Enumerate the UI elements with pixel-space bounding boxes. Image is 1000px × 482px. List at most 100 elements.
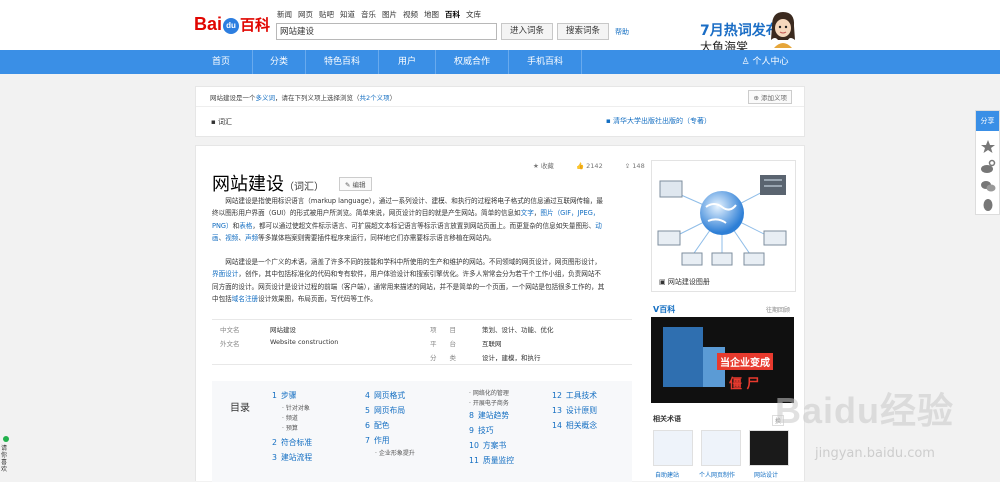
- toc-item[interactable]: 5 网页布局: [365, 405, 405, 416]
- qq-icon[interactable]: [980, 197, 996, 213]
- vbaike-module: V百科 往期回顾 当企业变成 僵 尸: [651, 304, 794, 404]
- product-link[interactable]: 知道: [340, 10, 355, 19]
- toc-item[interactable]: 8 建站趋势: [469, 410, 509, 421]
- inline-link[interactable]: 表格: [239, 222, 252, 230]
- inline-link[interactable]: 文字: [521, 209, 534, 217]
- watermark: Baidu经验 jingyan.baidu.com: [775, 382, 1000, 481]
- toc-item[interactable]: 11 质量监控: [469, 455, 514, 466]
- nav-home[interactable]: 首页: [190, 50, 252, 74]
- basic-info-table: 中文名 网站建设 项 目 策划、设计、功能、优化 外文名 Website con…: [212, 319, 632, 365]
- toc-subitem[interactable]: · 频道: [282, 413, 298, 422]
- product-link[interactable]: 新闻: [277, 10, 292, 19]
- toc-subitem[interactable]: · 开展电子商务: [469, 398, 509, 407]
- left-float-widget[interactable]: 请你喜欢: [0, 434, 12, 481]
- toc-item[interactable]: 7 作用: [365, 435, 390, 446]
- info-key: 分 类: [430, 354, 456, 362]
- add-sense-button[interactable]: ⊕ 添加义项: [748, 90, 792, 104]
- search-input[interactable]: 网站建设: [276, 23, 497, 40]
- baidu-baike-logo[interactable]: Bai du 百科: [194, 14, 270, 35]
- toc-subitem[interactable]: · 针对对象: [282, 403, 310, 412]
- watermark-url: jingyan.baidu.com: [815, 446, 935, 461]
- related-thumb[interactable]: [653, 430, 693, 466]
- product-link[interactable]: 地图: [424, 10, 439, 19]
- info-value: 网站建设: [270, 326, 296, 334]
- info-key: 外文名: [220, 340, 240, 348]
- toc-item[interactable]: 14 相关概念: [552, 420, 597, 431]
- product-link[interactable]: 图片: [382, 10, 397, 19]
- polysemy-notice: 网站建设是一个多义词，请在下列义项上选择浏览（共2个义项）: [210, 94, 397, 102]
- nav-mobile[interactable]: 手机百科: [509, 50, 581, 74]
- related-terms: 相关术语 换 自助建站 个人网页制作 网站设计: [651, 412, 794, 482]
- toc-item[interactable]: 13 设计原则: [552, 405, 597, 416]
- vbaike-banner[interactable]: 当企业变成 僵 尸: [651, 317, 794, 403]
- edit-button[interactable]: ✎ 编辑: [339, 177, 372, 191]
- info-value: 互联网: [482, 340, 502, 348]
- inline-link[interactable]: 视频: [225, 234, 238, 242]
- building-icon: [663, 327, 703, 387]
- info-key: 中文名: [220, 326, 240, 334]
- inline-link[interactable]: 域名注册: [232, 295, 258, 303]
- nav-divider: [581, 50, 582, 74]
- nav-category[interactable]: 分类: [253, 50, 305, 74]
- share-rail: 分享: [975, 110, 1000, 215]
- toc-item[interactable]: 9 技巧: [469, 425, 494, 436]
- image-album-caption[interactable]: ▣ 网站建设图册: [659, 277, 710, 287]
- toc-title: 目录: [230, 403, 250, 414]
- article-image[interactable]: ▣ 网站建设图册: [651, 160, 796, 292]
- table-of-contents: 目录 1 步骤 · 针对对象 · 频道 · 预算 2 符合标准 3 建站流程 4 网页格…: [212, 381, 632, 482]
- nav-featured[interactable]: 特色百科: [306, 50, 378, 74]
- watermark-logo: Baidu经验: [775, 390, 955, 431]
- info-value: 设计，建模，和执行: [482, 354, 541, 362]
- paragraph-text: 网站建设是一个广义的术语，涵盖了许多不同的技能和学科中所使用的生产和维护的网站。…: [225, 258, 602, 266]
- toc-item[interactable]: 4 网页格式: [365, 390, 405, 401]
- paw-icon: du: [223, 18, 240, 34]
- product-link[interactable]: 贴吧: [319, 10, 334, 19]
- product-link[interactable]: 视频: [403, 10, 418, 19]
- search-entry-button[interactable]: 搜索词条: [557, 23, 609, 40]
- toc-item[interactable]: 2 符合标准: [272, 437, 312, 448]
- top-header: Bai du 百科 新闻 网页 贴吧 知道 音乐 图片 视频 地图 百科 文库 网站建设 进入词条 搜…: [0, 0, 1000, 54]
- nav-user-center[interactable]: ♙ 个人中心: [728, 50, 802, 74]
- cartoon-girl-icon: [771, 12, 795, 48]
- toc-item[interactable]: 3 建站流程: [272, 452, 312, 463]
- toc-subitem[interactable]: · 企业形象提升: [375, 448, 415, 457]
- inline-link[interactable]: 界面设计: [212, 270, 238, 278]
- product-link[interactable]: 网页: [298, 10, 313, 19]
- paragraph-text: 等多媒体档案则需要插件程序来运行，同样地它们亦需要标示语言移植在网站内。: [258, 233, 496, 242]
- related-label[interactable]: 自助建站: [655, 470, 679, 479]
- left-float-text: 请你喜欢: [1, 445, 8, 473]
- toc-item[interactable]: 1 步骤: [272, 390, 297, 401]
- inline-link[interactable]: 声频: [245, 234, 258, 242]
- toc-item[interactable]: 6 配色: [365, 420, 390, 431]
- vbaike-title: V百科: [653, 305, 676, 314]
- summary-paragraph-2: 网站建设是一个广义的术语，涵盖了许多不同的技能和学科中所使用的生产和维护的网站。…: [212, 256, 607, 305]
- related-thumb[interactable]: [701, 430, 741, 466]
- help-link[interactable]: 帮助: [615, 27, 629, 37]
- summary-paragraph-1: 网站建设是指使用标识语言（markup language），通过一系列设计、建模…: [212, 195, 607, 244]
- product-link[interactable]: 文库: [466, 10, 481, 19]
- vbaike-more-link[interactable]: 往期回顾: [766, 305, 790, 314]
- wechat-icon[interactable]: [980, 178, 996, 194]
- share-button[interactable]: 分享: [976, 111, 999, 131]
- nav-user[interactable]: 用户: [379, 50, 435, 74]
- user-icon: ♙: [741, 57, 750, 67]
- product-link[interactable]: 百科: [445, 10, 460, 19]
- toc-subitem[interactable]: · 网络化的管理: [469, 388, 509, 397]
- product-link[interactable]: 音乐: [361, 10, 376, 19]
- enter-entry-button[interactable]: 进入词条: [501, 23, 553, 40]
- polysemy-link[interactable]: 多义词: [256, 94, 276, 102]
- info-value: 策划、设计、功能、优化: [482, 326, 554, 334]
- paragraph-text: 设计效果图，布局页面，写代码等工作。: [258, 294, 377, 303]
- toc-item[interactable]: 10 方案书: [469, 440, 506, 451]
- favorite-button[interactable]: ★ 收藏: [533, 162, 564, 170]
- related-label[interactable]: 个人网页制作: [699, 470, 735, 479]
- toc-item[interactable]: 12 工具技术: [552, 390, 597, 401]
- star-icon[interactable]: [980, 139, 996, 155]
- nav-partners[interactable]: 权威合作: [436, 50, 508, 74]
- toc-subitem[interactable]: · 预算: [282, 423, 298, 432]
- sense-count-link[interactable]: 共2个义项: [360, 94, 390, 102]
- weibo-icon[interactable]: [980, 159, 996, 175]
- sense-link-book[interactable]: ▪ 清华大学出版社出版的（专著）: [606, 116, 711, 126]
- paragraph-text: 、: [238, 233, 245, 242]
- like-button[interactable]: 👍 2142: [576, 162, 613, 170]
